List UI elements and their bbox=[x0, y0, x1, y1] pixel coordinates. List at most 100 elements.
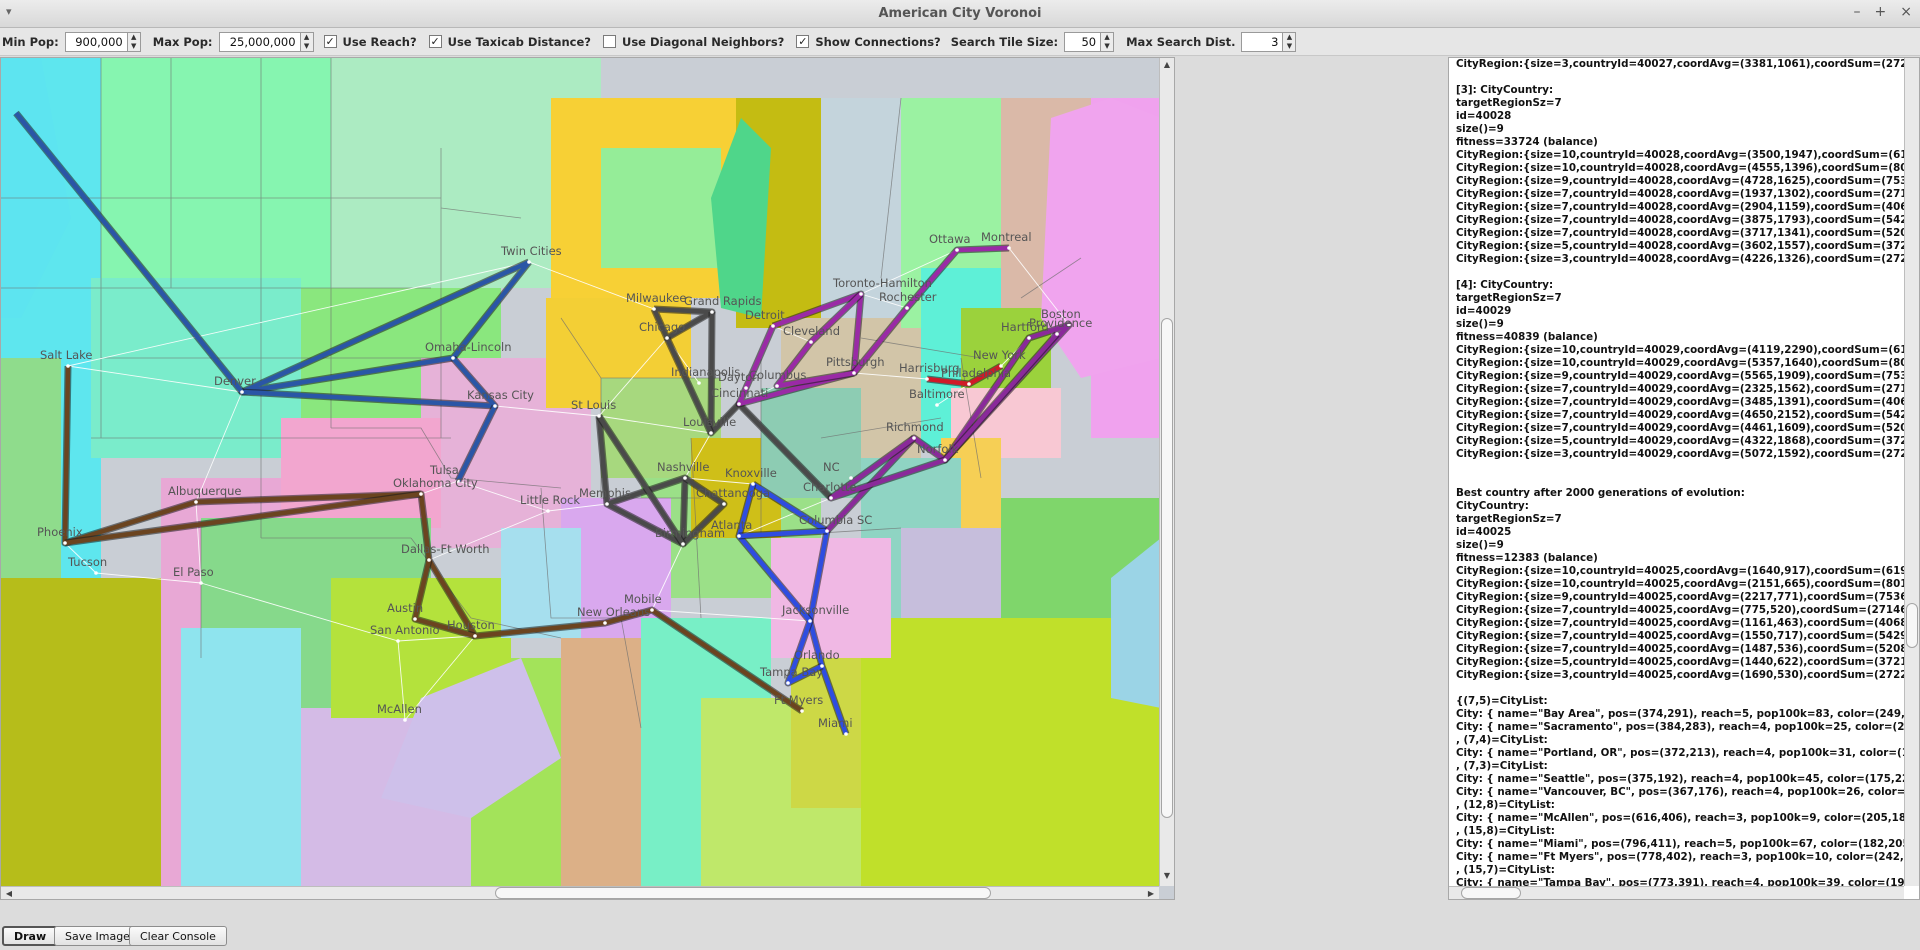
checkmark-icon[interactable]: ✓ bbox=[428, 35, 442, 48]
scroll-down-icon[interactable]: ▼ bbox=[1160, 871, 1174, 880]
console-line: id=40028 bbox=[1456, 110, 1512, 122]
max-dist-input[interactable] bbox=[1241, 31, 1284, 52]
tile-size-spinner[interactable]: ▲▼ bbox=[1064, 31, 1115, 52]
city-label: Milwaukee bbox=[626, 291, 686, 305]
console-line: CityRegion:{size=10,countryId=40028,coor… bbox=[1456, 149, 1906, 161]
city-label: Harrisburg bbox=[899, 361, 960, 375]
spin-up-icon[interactable]: ▲ bbox=[301, 33, 313, 42]
city-label: Orlando bbox=[794, 648, 840, 662]
spin-up-icon[interactable]: ▲ bbox=[128, 33, 140, 42]
scroll-right-icon[interactable]: ▶ bbox=[1144, 889, 1158, 898]
min-pop-input[interactable] bbox=[64, 31, 128, 52]
console-vscroll-thumb[interactable] bbox=[1906, 603, 1918, 648]
console-line: CityRegion:{size=3,countryId=40025,coord… bbox=[1456, 669, 1906, 681]
city-marker bbox=[771, 324, 775, 328]
console-line: targetRegionSz=7 bbox=[1456, 97, 1562, 109]
console-line: size()=9 bbox=[1456, 539, 1504, 551]
console-output: CityRegion:{size=3,countryId=40027,coord… bbox=[1456, 58, 1906, 886]
spin-up-icon[interactable]: ▲ bbox=[1283, 33, 1295, 42]
city-marker bbox=[493, 404, 497, 408]
spin-down-icon[interactable]: ▼ bbox=[301, 42, 313, 51]
city-marker bbox=[94, 571, 98, 575]
taxicab-checkbox[interactable]: ✓ Use Taxicab Distance? bbox=[428, 35, 591, 49]
console-horizontal-scrollbar[interactable] bbox=[1449, 886, 1904, 899]
city-label: Tampa Bay bbox=[759, 665, 823, 679]
draw-button[interactable]: Draw bbox=[2, 926, 59, 946]
city-label: Denver bbox=[214, 374, 256, 388]
tile-size-input[interactable] bbox=[1064, 31, 1102, 52]
scroll-left-icon[interactable]: ◀ bbox=[2, 889, 16, 898]
console-line: , (12,8)=CityList: bbox=[1456, 799, 1555, 811]
spin-up-icon[interactable]: ▲ bbox=[1101, 33, 1113, 42]
city-marker bbox=[199, 581, 203, 585]
city-marker bbox=[829, 496, 833, 500]
max-pop-spinner[interactable]: ▲▼ bbox=[218, 31, 314, 52]
city-marker bbox=[240, 390, 244, 394]
title-bar: ▾ American City Voronoi – + × bbox=[0, 0, 1920, 28]
max-dist-spinner[interactable]: ▲▼ bbox=[1241, 31, 1297, 52]
spin-down-icon[interactable]: ▼ bbox=[1101, 42, 1113, 51]
city-marker bbox=[605, 502, 609, 506]
city-label: Montreal bbox=[981, 230, 1032, 244]
console-line: CityRegion:{size=7,countryId=40028,coord… bbox=[1456, 201, 1906, 213]
console-line: CityRegion:{size=7,countryId=40028,coord… bbox=[1456, 188, 1906, 200]
city-marker bbox=[849, 476, 853, 480]
empty-checkbox-icon[interactable] bbox=[602, 35, 616, 48]
voronoi-map-pane[interactable]: Twin Cities Milwaukee Grand Rapids Detroit T… bbox=[0, 57, 1175, 900]
map-vscroll-thumb[interactable] bbox=[1161, 318, 1173, 818]
console-line: , (15,8)=CityList: bbox=[1456, 825, 1555, 837]
city-label: Charlotte bbox=[803, 480, 856, 494]
city-marker bbox=[603, 621, 607, 625]
city-label: Toronto-Hamilton bbox=[832, 276, 932, 290]
map-hscroll-thumb[interactable] bbox=[495, 887, 991, 899]
city-marker bbox=[1027, 336, 1031, 340]
checkmark-icon[interactable]: ✓ bbox=[323, 35, 337, 48]
map-vertical-scrollbar[interactable]: ▲ ▼ bbox=[1159, 58, 1174, 886]
min-pop-label: Min Pop: bbox=[2, 34, 59, 49]
close-icon[interactable]: × bbox=[1900, 4, 1912, 20]
console-line: CityRegion:{size=10,countryId=40025,coor… bbox=[1456, 578, 1906, 590]
console-line: City: { name="Bay Area", pos=(374,291), … bbox=[1456, 708, 1906, 720]
console-line: CityRegion:{size=7,countryId=40029,coord… bbox=[1456, 422, 1906, 434]
minimize-icon[interactable]: – bbox=[1854, 4, 1861, 20]
connections-checkbox[interactable]: ✓ Show Connections? bbox=[796, 35, 941, 49]
city-label: Oklahoma City bbox=[393, 476, 478, 490]
city-marker bbox=[527, 260, 531, 264]
console-line: CityRegion:{size=7,countryId=40025,coord… bbox=[1456, 630, 1906, 642]
city-marker bbox=[800, 709, 804, 713]
city-marker bbox=[473, 634, 477, 638]
city-label: St Louis bbox=[571, 398, 616, 412]
city-marker bbox=[194, 500, 198, 504]
console-vertical-scrollbar[interactable] bbox=[1904, 58, 1919, 886]
map-horizontal-scrollbar[interactable]: ◀ ▶ bbox=[1, 886, 1159, 899]
checkmark-icon[interactable]: ✓ bbox=[796, 35, 810, 48]
console-pane[interactable]: CityRegion:{size=3,countryId=40027,coord… bbox=[1448, 57, 1920, 900]
scroll-up-icon[interactable]: ▲ bbox=[1160, 60, 1174, 69]
console-line: CityRegion:{size=10,countryId=40029,coor… bbox=[1456, 357, 1906, 369]
voronoi-map[interactable]: Twin Cities MilwaukeeGrand RapidsDetroit T… bbox=[1, 58, 1175, 888]
diagonal-checkbox[interactable]: Use Diagonal Neighbors? bbox=[602, 34, 785, 49]
maximize-icon[interactable]: + bbox=[1875, 4, 1887, 20]
clear-console-button[interactable]: Clear Console bbox=[129, 926, 227, 946]
console-line: CityRegion:{size=10,countryId=40025,coor… bbox=[1456, 565, 1906, 577]
console-hscroll-thumb[interactable] bbox=[1461, 887, 1521, 899]
diagonal-label: Use Diagonal Neighbors? bbox=[621, 34, 785, 49]
city-label: Kansas City bbox=[467, 388, 534, 402]
city-marker bbox=[943, 458, 947, 462]
window-title: American City Voronoi bbox=[878, 6, 1042, 21]
city-label: Miami bbox=[818, 716, 853, 730]
city-marker bbox=[652, 307, 656, 311]
max-pop-input[interactable] bbox=[218, 31, 301, 52]
city-marker bbox=[955, 248, 959, 252]
city-marker bbox=[905, 306, 909, 310]
use-reach-checkbox[interactable]: ✓ Use Reach? bbox=[323, 34, 417, 49]
min-pop-spinner[interactable]: ▲▼ bbox=[64, 31, 141, 52]
city-marker bbox=[859, 292, 863, 296]
save-image-button[interactable]: Save Image bbox=[54, 926, 141, 946]
city-marker bbox=[808, 619, 812, 623]
use-reach-label: Use Reach? bbox=[342, 34, 417, 49]
spin-down-icon[interactable]: ▼ bbox=[1283, 42, 1295, 51]
city-label: Providence bbox=[1029, 316, 1092, 330]
spin-down-icon[interactable]: ▼ bbox=[128, 42, 140, 51]
